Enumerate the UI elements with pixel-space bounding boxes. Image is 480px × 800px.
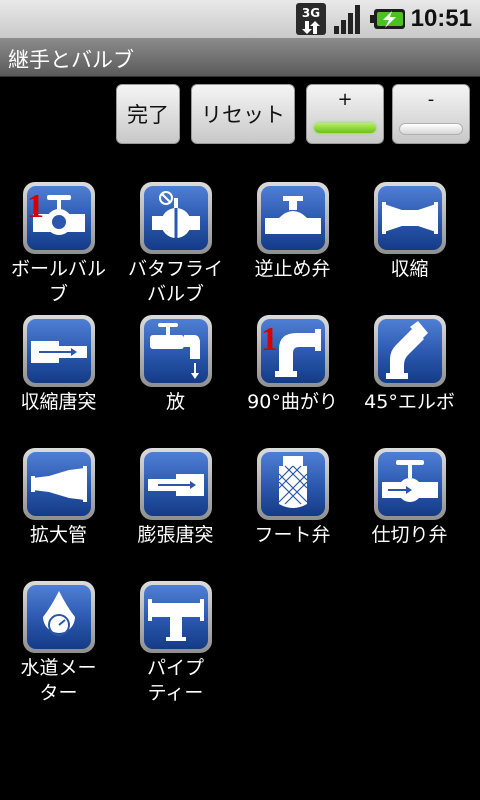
network-type-text: 3G (302, 6, 320, 20)
reducer-icon (381, 202, 438, 234)
sudden-expansion-icon (147, 474, 204, 496)
fitting-label-line2: ター (39, 682, 78, 704)
plus-button[interactable]: + (306, 84, 384, 144)
network-3g-icon: 3G (296, 3, 326, 35)
fitting-count: 1 (261, 321, 278, 358)
water-meter-icon (42, 591, 75, 636)
fitting-label-line2: ティー (147, 682, 204, 704)
done-button[interactable]: 完了 (116, 84, 180, 144)
fitting-button[interactable] (139, 581, 212, 653)
fitting-label: 逆止め弁 (254, 258, 331, 280)
fitting-label: フート弁 (254, 524, 331, 546)
fitting-label: 収縮 (390, 258, 429, 280)
signal-strength-icon (334, 5, 360, 34)
minus-button[interactable]: - (392, 84, 470, 144)
faucet-icon (149, 323, 200, 379)
fitting-count: 1 (27, 188, 44, 225)
fitting-label: 膨張唐突 (137, 524, 214, 546)
title-bar: 継手とバルブ (0, 38, 480, 77)
plus-label: + (337, 89, 353, 110)
butterfly-valve-icon (151, 191, 200, 238)
minus-label: - (427, 89, 435, 110)
fitting-button[interactable] (256, 182, 329, 254)
fitting-label: 45°エルボ (364, 391, 455, 413)
fitting-button[interactable] (256, 448, 329, 520)
minus-mode-indicator (399, 123, 463, 135)
fitting-button[interactable] (373, 182, 446, 254)
fitting-label: パイプ (146, 657, 204, 679)
fitting-label: バタフライ (127, 258, 223, 280)
reset-button[interactable]: リセット (191, 84, 295, 144)
fitting-label: 水道メー (20, 657, 97, 679)
fitting-label: 90°曲がり (247, 391, 338, 413)
check-valve-icon (264, 196, 321, 234)
battery-charging-icon (370, 9, 405, 29)
sudden-contraction-icon (30, 341, 87, 363)
fitting-button[interactable] (139, 182, 212, 254)
fitting-button[interactable] (139, 448, 212, 520)
fitting-label-line2: ブ (48, 283, 68, 305)
fitting-label: 収縮唐突 (20, 391, 97, 413)
fitting-button[interactable] (22, 315, 95, 387)
fitting-label: 放 (165, 391, 185, 413)
fitting-button[interactable] (22, 581, 95, 653)
expander-icon (30, 466, 87, 502)
fitting-label-line2: バルブ (146, 283, 204, 305)
status-bar: 3G 10:51 (0, 0, 480, 38)
fitting-button[interactable] (22, 448, 95, 520)
plus-mode-indicator (314, 123, 376, 133)
gate-valve-icon (381, 460, 438, 502)
fitting-label: 拡大管 (29, 524, 87, 546)
fitting-button[interactable] (139, 315, 212, 387)
pipe-tee-icon (147, 599, 204, 641)
clock: 10:51 (410, 5, 472, 32)
fitting-button[interactable] (373, 448, 446, 520)
fitting-label: ボールバル (10, 258, 106, 280)
elbow-45-icon (385, 321, 428, 379)
page-title: 継手とバルブ (8, 48, 134, 72)
fitting-button[interactable] (373, 315, 446, 387)
foot-valve-icon (278, 456, 307, 508)
fitting-label: 仕切り弁 (371, 524, 448, 546)
